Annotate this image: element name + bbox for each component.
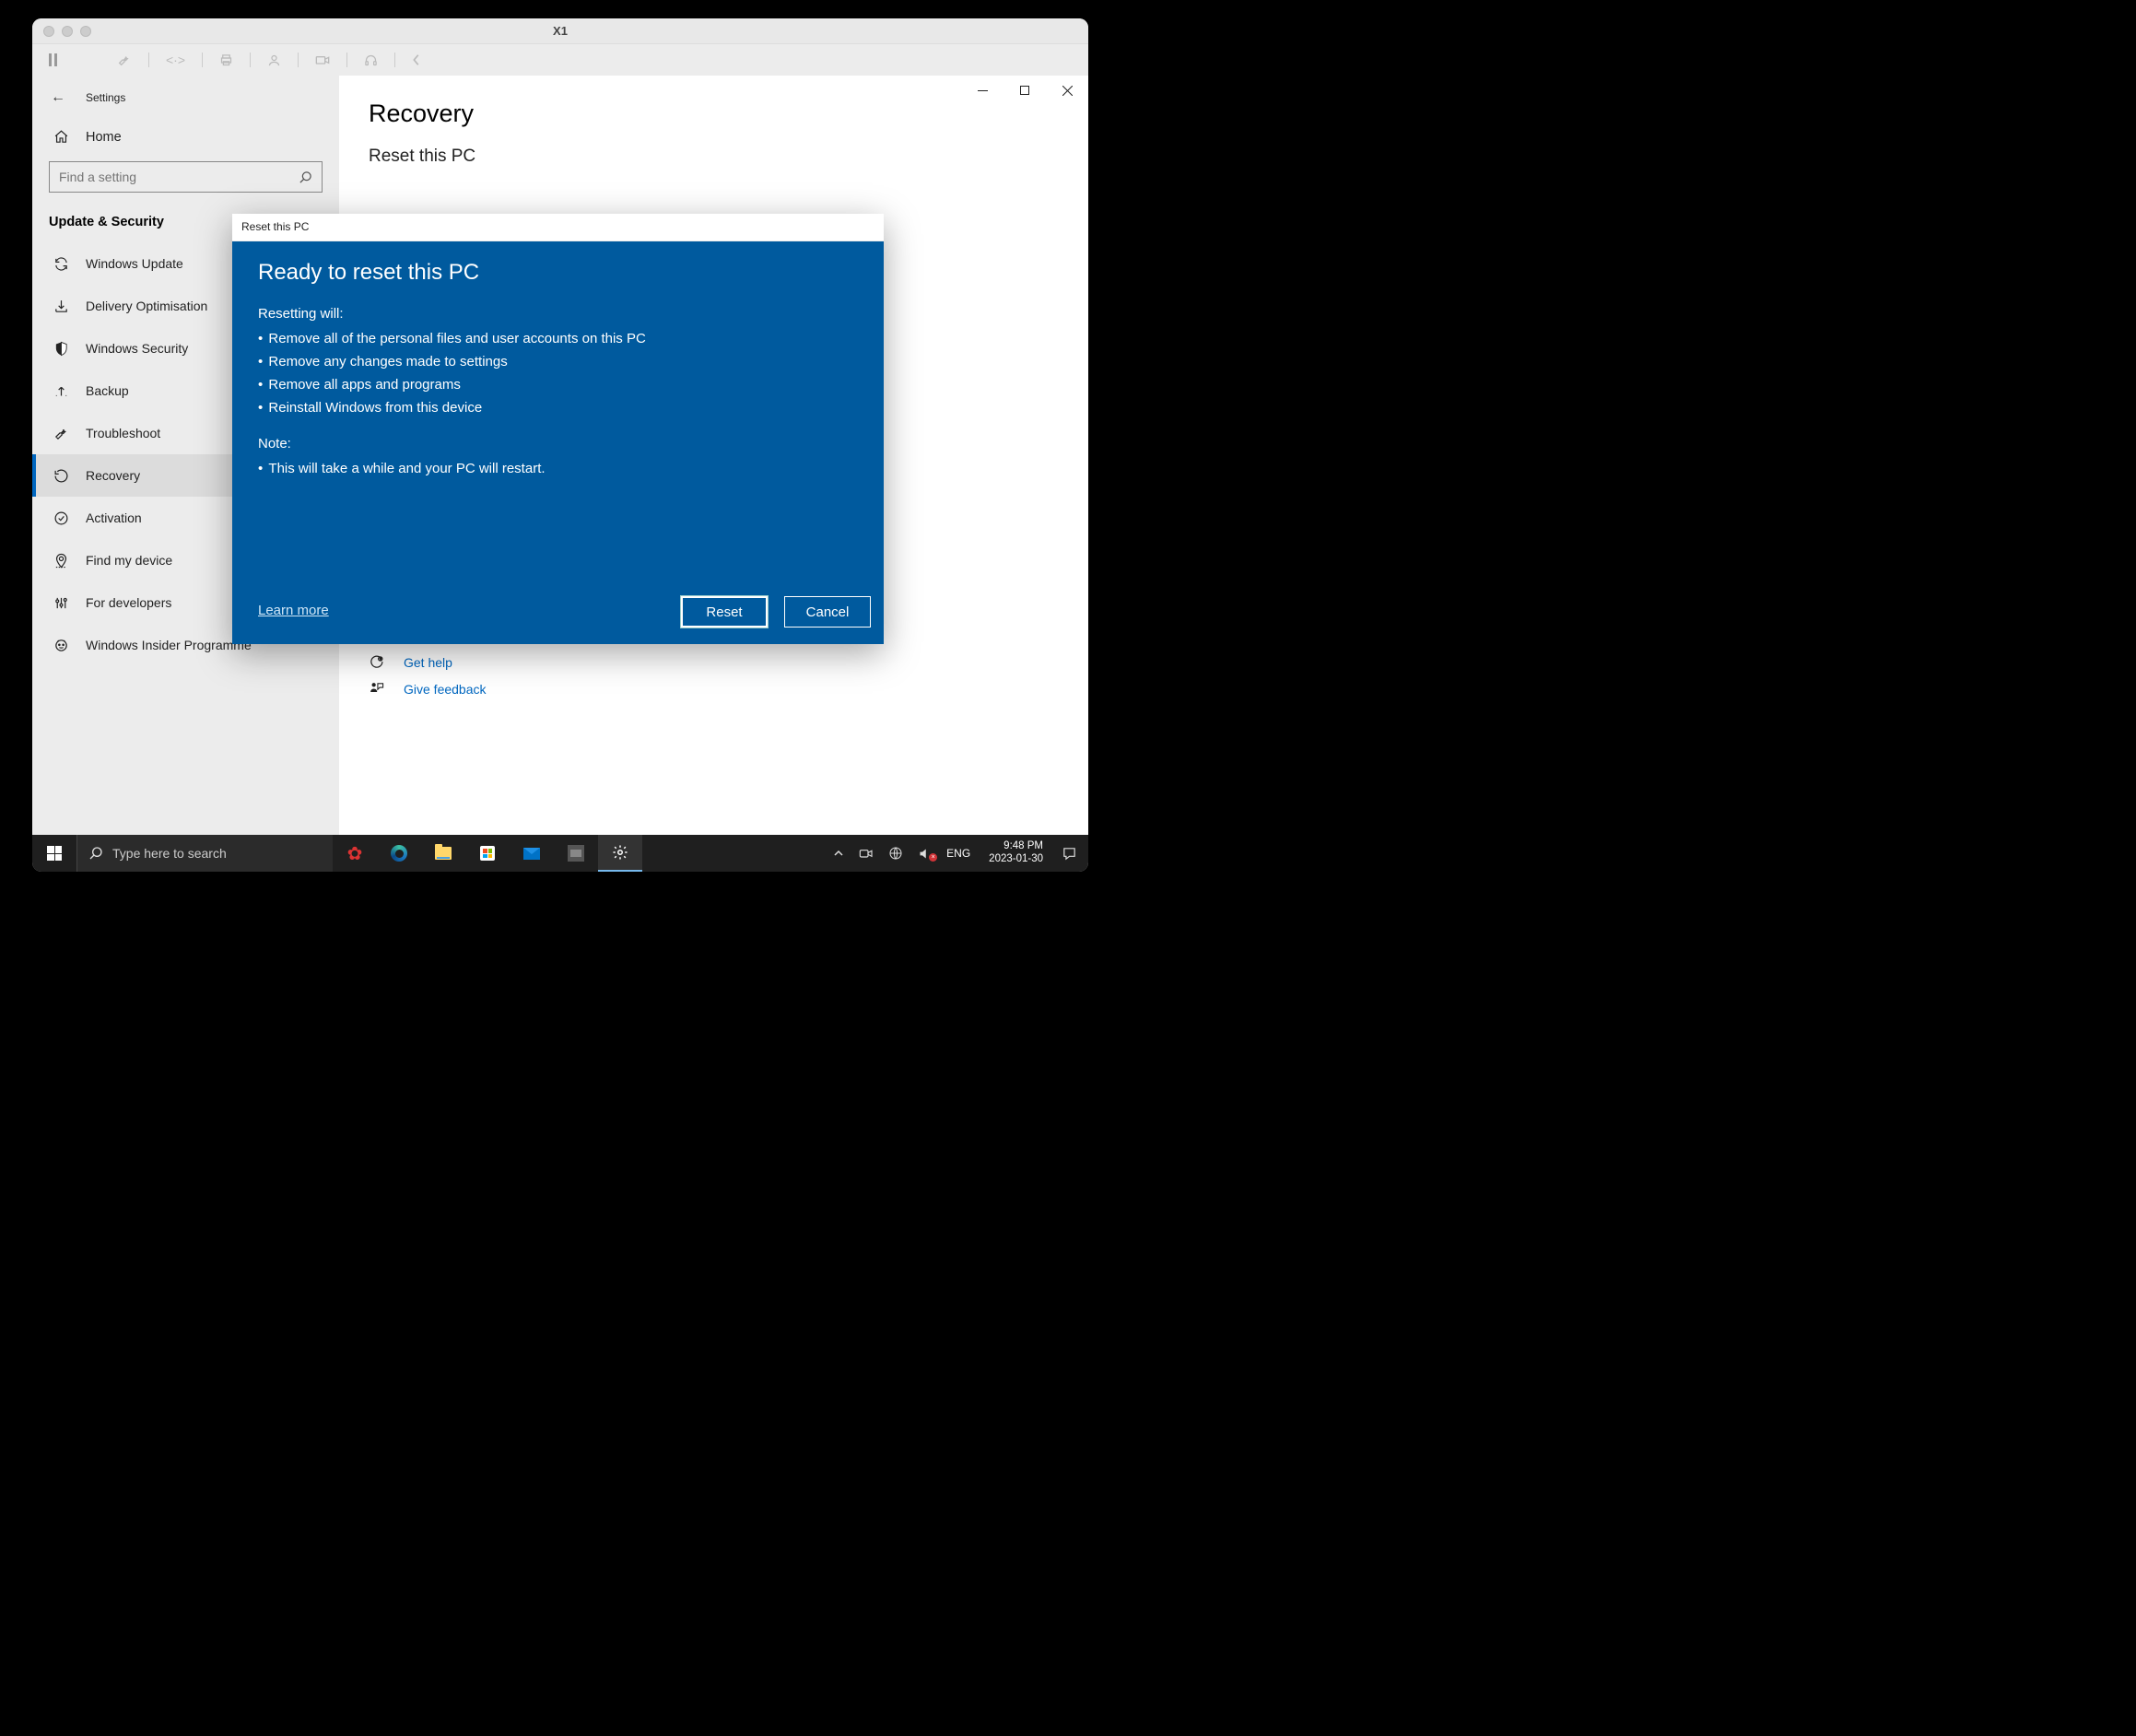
chevron-left-tool-icon[interactable] xyxy=(412,53,421,66)
get-help-link[interactable]: Get help xyxy=(404,655,452,670)
nav-label: Windows Insider Programme xyxy=(86,638,252,652)
nav-label: Windows Security xyxy=(86,341,188,356)
app-title: Settings xyxy=(86,91,125,104)
nav-label: Windows Update xyxy=(86,256,183,271)
tray-language[interactable]: ENG xyxy=(943,847,974,860)
reset-button[interactable]: Reset xyxy=(681,596,768,628)
tray-notifications-icon[interactable] xyxy=(1058,846,1081,862)
mac-titlebar: X1 xyxy=(32,18,1088,44)
minimize-traffic-light[interactable] xyxy=(62,26,73,37)
taskbar-mail[interactable] xyxy=(510,835,554,872)
svg-text:?: ? xyxy=(380,657,381,661)
cancel-button[interactable]: Cancel xyxy=(784,596,871,628)
sync-icon xyxy=(53,256,69,272)
reset-bullets: Remove all of the personal files and use… xyxy=(258,327,858,419)
windows-logo-icon xyxy=(47,846,62,861)
camera-tool-icon[interactable] xyxy=(315,53,330,66)
print-tool-icon[interactable] xyxy=(219,53,233,67)
dialog-window-title: Reset this PC xyxy=(232,214,884,241)
bullet-item: Remove all apps and programs xyxy=(258,373,858,396)
insider-icon xyxy=(53,638,69,653)
recovery-icon xyxy=(53,468,69,484)
give-feedback-link[interactable]: Give feedback xyxy=(404,682,487,697)
taskbar-ms-store[interactable] xyxy=(465,835,510,872)
nav-label: Troubleshoot xyxy=(86,426,160,440)
backup-icon xyxy=(53,383,69,399)
tray-time: 9:48 PM xyxy=(989,840,1043,853)
bullet-item: Reinstall Windows from this device xyxy=(258,396,858,419)
host-toolbar: <·> xyxy=(32,44,1088,76)
dialog-heading: Ready to reset this PC xyxy=(258,260,858,286)
tray-meet-now-icon[interactable] xyxy=(855,847,877,860)
taskbar: Type here to search ✿ × xyxy=(32,835,1088,872)
home-button[interactable]: Home xyxy=(32,120,339,154)
get-help-icon: ? xyxy=(369,654,385,670)
note-bullets: This will take a while and your PC will … xyxy=(258,457,858,480)
search-icon xyxy=(88,846,103,861)
host-window: X1 <·> ← Set xyxy=(32,18,1088,872)
locate-icon xyxy=(53,553,69,569)
taskbar-flower-icon[interactable]: ✿ xyxy=(333,835,377,872)
tray-network-icon[interactable] xyxy=(885,846,907,861)
code-tool-icon[interactable]: <·> xyxy=(166,53,185,67)
shield-icon xyxy=(53,341,69,357)
taskbar-file-explorer[interactable] xyxy=(421,835,465,872)
back-button[interactable]: ← xyxy=(51,89,65,106)
nav-label: Activation xyxy=(86,510,142,525)
give-feedback-icon xyxy=(369,681,385,697)
zoom-traffic-light[interactable] xyxy=(80,26,91,37)
check-icon xyxy=(53,510,69,526)
resetting-will-label: Resetting will: xyxy=(258,306,858,322)
tray-overflow-icon[interactable] xyxy=(829,848,848,859)
note-label: Note: xyxy=(258,436,858,452)
taskbar-search-placeholder: Type here to search xyxy=(112,846,227,861)
search-box[interactable] xyxy=(49,161,323,193)
bullet-item: Remove any changes made to settings xyxy=(258,350,858,373)
tray-volume-icon[interactable]: × xyxy=(914,847,935,861)
nav-label: Delivery Optimisation xyxy=(86,299,207,313)
sliders-icon xyxy=(53,595,69,611)
reset-pc-dialog: Reset this PC Ready to reset this PC Res… xyxy=(232,214,884,644)
taskbar-search[interactable]: Type here to search xyxy=(76,835,333,872)
close-traffic-light[interactable] xyxy=(43,26,54,37)
search-input[interactable] xyxy=(59,170,299,184)
nav-label: For developers xyxy=(86,595,171,610)
headphones-tool-icon[interactable] xyxy=(364,53,378,67)
gear-icon xyxy=(612,844,628,861)
start-button[interactable] xyxy=(32,835,76,872)
taskbar-edge[interactable] xyxy=(377,835,421,872)
minimize-button[interactable] xyxy=(961,76,1003,105)
close-button[interactable] xyxy=(1046,76,1088,105)
search-icon xyxy=(299,170,312,184)
pause-icon[interactable] xyxy=(49,53,60,66)
nav-label: Recovery xyxy=(86,468,140,483)
section-subtitle: Reset this PC xyxy=(369,147,1088,167)
tray-date: 2023-01-30 xyxy=(989,853,1043,866)
download-icon xyxy=(53,299,69,314)
note-item: This will take a while and your PC will … xyxy=(258,457,858,480)
bullet-item: Remove all of the personal files and use… xyxy=(258,327,858,350)
tray-clock[interactable]: 9:48 PM 2023-01-30 xyxy=(981,840,1050,866)
mac-window-title: X1 xyxy=(32,24,1088,38)
wrench-icon xyxy=(53,426,69,441)
user-tool-icon[interactable] xyxy=(267,53,281,67)
maximize-button[interactable] xyxy=(1003,76,1046,105)
taskbar-app-generic[interactable] xyxy=(554,835,598,872)
home-label: Home xyxy=(86,130,122,145)
nav-label: Backup xyxy=(86,383,129,398)
learn-more-link[interactable]: Learn more xyxy=(258,603,329,618)
taskbar-settings[interactable] xyxy=(598,835,642,872)
wrench-tool-icon[interactable] xyxy=(117,53,132,67)
nav-label: Find my device xyxy=(86,553,172,568)
home-icon xyxy=(53,129,69,145)
